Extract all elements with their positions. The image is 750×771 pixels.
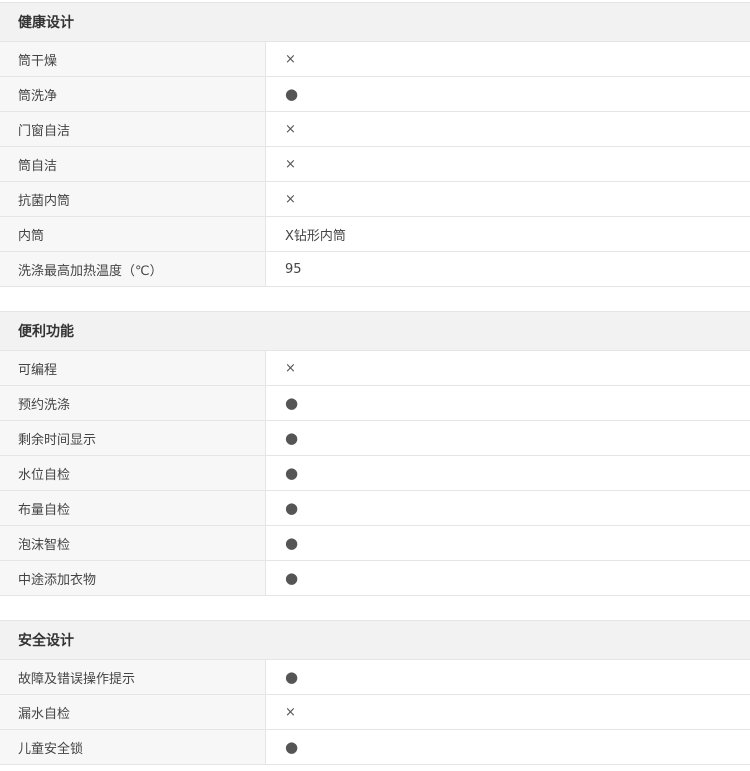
row-label: 中途添加衣物 xyxy=(0,561,266,595)
table-row: 洗涤最高加热温度（℃） 95 xyxy=(0,252,750,287)
row-label: 内筒 xyxy=(0,217,266,251)
row-value: × xyxy=(266,42,750,76)
row-value: × xyxy=(266,695,750,729)
table-row: 漏水自检 × xyxy=(0,695,750,730)
row-value-text: ● xyxy=(285,668,299,686)
section-title: 健康设计 xyxy=(0,2,750,42)
row-label: 门窗自洁 xyxy=(0,112,266,146)
row-value: ● xyxy=(266,456,750,490)
table-row: 泡沫智检 ● xyxy=(0,526,750,561)
row-value-text: ● xyxy=(285,569,299,587)
table-row: 预约洗涤 ● xyxy=(0,386,750,421)
row-value: ● xyxy=(266,77,750,111)
row-label: 水位自检 xyxy=(0,456,266,490)
row-label: 泡沫智检 xyxy=(0,526,266,560)
section-health-design: 健康设计 筒干燥 × 筒洗净 ● 门窗自洁 × 筒自洁 × 抗菌内筒 × 内筒 X钻形内筒 … xyxy=(0,2,750,287)
row-value-text: × xyxy=(285,51,296,67)
row-label: 筒自洁 xyxy=(0,147,266,181)
table-row: 儿童安全锁 ● xyxy=(0,730,750,765)
row-label: 筒干燥 xyxy=(0,42,266,76)
table-row: 水位自检 ● xyxy=(0,456,750,491)
row-value-text: ● xyxy=(285,429,299,447)
row-value-text: ● xyxy=(285,738,299,756)
row-value: ● xyxy=(266,421,750,455)
section-title: 便利功能 xyxy=(0,311,750,351)
table-row: 筒干燥 × xyxy=(0,42,750,77)
row-value: 95 xyxy=(266,252,750,286)
row-value: ● xyxy=(266,526,750,560)
row-value: × xyxy=(266,351,750,385)
row-value: ● xyxy=(266,660,750,694)
row-label: 剩余时间显示 xyxy=(0,421,266,455)
row-value-text: ● xyxy=(285,464,299,482)
table-row: 剩余时间显示 ● xyxy=(0,421,750,456)
table-row: 可编程 × xyxy=(0,351,750,386)
row-label: 漏水自检 xyxy=(0,695,266,729)
row-value-text: × xyxy=(285,704,296,720)
row-value-text: ● xyxy=(285,499,299,517)
row-value-text: X钻形内筒 xyxy=(285,228,346,244)
row-value: ● xyxy=(266,730,750,764)
row-label: 洗涤最高加热温度（℃） xyxy=(0,252,266,286)
row-label: 筒洗净 xyxy=(0,77,266,111)
spec-table: 健康设计 筒干燥 × 筒洗净 ● 门窗自洁 × 筒自洁 × 抗菌内筒 × 内筒 X钻形内筒 … xyxy=(0,0,750,771)
row-value: ● xyxy=(266,491,750,525)
row-value-text: × xyxy=(285,156,296,172)
row-label: 抗菌内筒 xyxy=(0,182,266,216)
row-value-text: ● xyxy=(285,85,299,103)
row-value-text: ● xyxy=(285,394,299,412)
table-row: 中途添加衣物 ● xyxy=(0,561,750,596)
row-value-text: ● xyxy=(285,534,299,552)
section-safety-design: 安全设计 故障及错误操作提示 ● 漏水自检 × 儿童安全锁 ● xyxy=(0,620,750,765)
row-label: 可编程 xyxy=(0,351,266,385)
table-row: 布量自检 ● xyxy=(0,491,750,526)
row-value: × xyxy=(266,147,750,181)
table-row: 内筒 X钻形内筒 xyxy=(0,217,750,252)
row-value-text: 95 xyxy=(285,261,302,277)
row-label: 故障及错误操作提示 xyxy=(0,660,266,694)
row-label: 儿童安全锁 xyxy=(0,730,266,764)
row-value: ● xyxy=(266,561,750,595)
row-label: 布量自检 xyxy=(0,491,266,525)
section-title: 安全设计 xyxy=(0,620,750,660)
table-row: 门窗自洁 × xyxy=(0,112,750,147)
row-value: × xyxy=(266,182,750,216)
row-value: × xyxy=(266,112,750,146)
row-value-text: × xyxy=(285,121,296,137)
row-value-text: × xyxy=(285,360,296,376)
table-row: 筒洗净 ● xyxy=(0,77,750,112)
table-row: 抗菌内筒 × xyxy=(0,182,750,217)
table-row: 故障及错误操作提示 ● xyxy=(0,660,750,695)
section-convenience: 便利功能 可编程 × 预约洗涤 ● 剩余时间显示 ● 水位自检 ● 布量自检 ● 泡沫智检… xyxy=(0,311,750,596)
row-label: 预约洗涤 xyxy=(0,386,266,420)
row-value: X钻形内筒 xyxy=(266,217,750,251)
table-row: 筒自洁 × xyxy=(0,147,750,182)
row-value: ● xyxy=(266,386,750,420)
row-value-text: × xyxy=(285,191,296,207)
